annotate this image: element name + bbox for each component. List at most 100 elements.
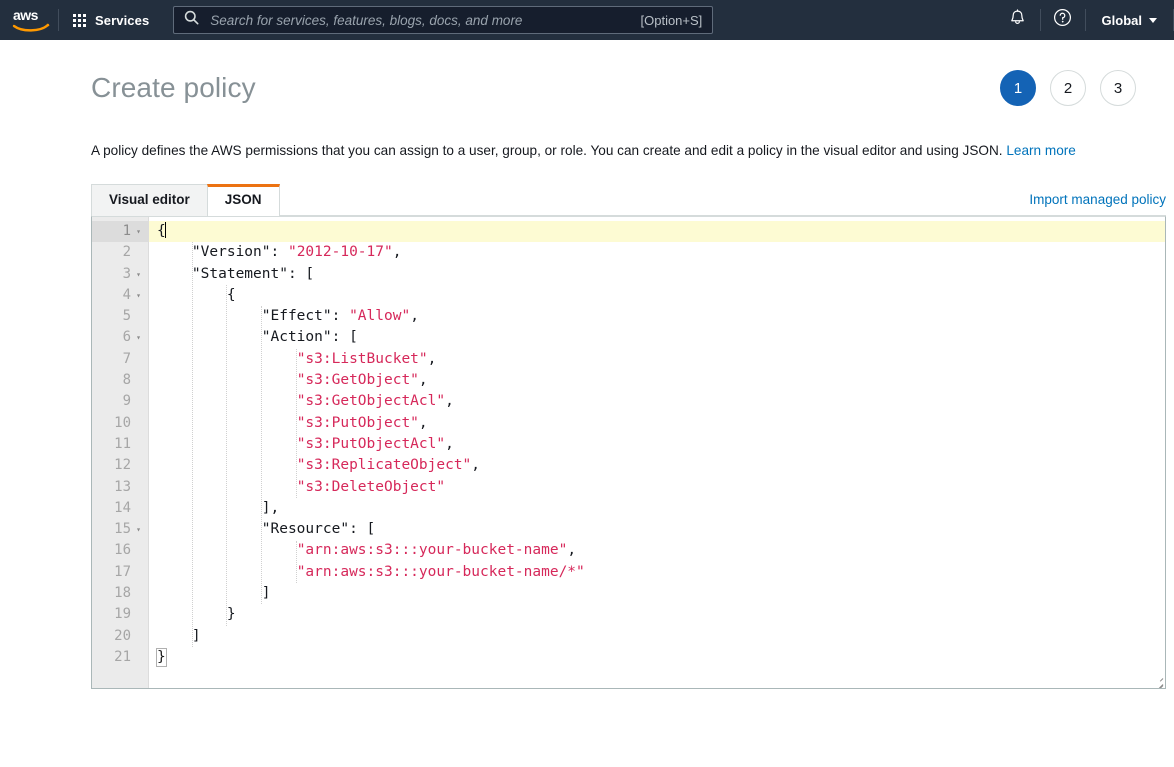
global-search-box[interactable]: [Option+S]	[173, 6, 714, 34]
code-line-1[interactable]: {	[149, 221, 1165, 243]
line-number: 16	[114, 542, 131, 559]
gutter-line-11[interactable]: 11	[92, 434, 148, 455]
code-line-18[interactable]: ]	[149, 583, 1165, 604]
gutter-line-2[interactable]: 2	[92, 242, 148, 263]
page-content: Create policy 1 2 3 A policy defines the…	[0, 40, 1174, 689]
fold-toggle-icon[interactable]: ▾	[133, 264, 144, 285]
line-number: 19	[114, 606, 131, 623]
code-line-15[interactable]: "Resource": [	[149, 519, 1165, 540]
line-number: 8	[122, 372, 131, 389]
line-number: 17	[114, 563, 131, 580]
gutter-line-17[interactable]: 17	[92, 562, 148, 583]
line-number: 9	[122, 393, 131, 410]
gutter-line-5[interactable]: 5	[92, 306, 148, 327]
search-icon	[184, 10, 199, 30]
gutter-line-13[interactable]: 13	[92, 477, 148, 498]
code-line-19[interactable]: }	[149, 604, 1165, 625]
fold-toggle-icon[interactable]: ▾	[133, 221, 144, 242]
region-label: Global	[1101, 12, 1142, 28]
line-number: 3	[122, 265, 131, 282]
fold-toggle-icon[interactable]: ▾	[133, 285, 144, 306]
code-line-8[interactable]: "s3:GetObject",	[149, 370, 1165, 391]
step-1[interactable]: 1	[1000, 70, 1036, 106]
code-line-17[interactable]: "arn:aws:s3:::your-bucket-name/*"	[149, 562, 1165, 583]
region-selector-button[interactable]: Global	[1086, 0, 1173, 40]
code-line-11[interactable]: "s3:PutObjectAcl",	[149, 434, 1165, 455]
gutter-line-14[interactable]: 14	[92, 498, 148, 519]
code-line-4[interactable]: {	[149, 285, 1165, 306]
line-number: 5	[122, 308, 131, 325]
code-line-7[interactable]: "s3:ListBucket",	[149, 349, 1165, 370]
gutter-line-6[interactable]: 6 ▾	[92, 327, 148, 348]
fold-toggle-icon[interactable]: ▾	[133, 519, 144, 540]
line-number: 20	[114, 627, 131, 644]
line-number: 10	[114, 414, 131, 431]
code-line-9[interactable]: "s3:GetObjectAcl",	[149, 391, 1165, 412]
top-navigation-bar: aws Services [Option+S]	[0, 0, 1174, 40]
code-line-16[interactable]: "arn:aws:s3:::your-bucket-name",	[149, 540, 1165, 561]
search-input[interactable]	[208, 11, 633, 29]
line-number: 11	[114, 435, 131, 452]
page-header-row: Create policy 1 2 3	[0, 40, 1174, 106]
line-number: 15	[114, 521, 131, 538]
line-number: 1	[122, 223, 131, 239]
code-line-10[interactable]: "s3:PutObject",	[149, 413, 1165, 434]
intro-description: A policy defines the AWS permissions tha…	[0, 106, 1174, 160]
editor-resize-handle[interactable]	[1151, 674, 1164, 688]
gutter-line-1[interactable]: 1 ▾	[92, 221, 148, 243]
aws-logo[interactable]: aws	[0, 0, 58, 40]
code-editor[interactable]: 1 ▾ 2 3 ▾ 4 ▾ 5 6 ▾ 7 8 9 10 11 12 13 14 15 ▾ 16 17 18 19 20 21 {…	[92, 217, 1165, 688]
line-number: 18	[114, 585, 131, 602]
chevron-down-icon	[1149, 17, 1157, 23]
code-line-2[interactable]: "Version": "2012-10-17",	[149, 242, 1165, 263]
gutter-line-16[interactable]: 16	[92, 540, 148, 561]
import-managed-policy-link[interactable]: Import managed policy	[1029, 192, 1166, 207]
gutter-line-8[interactable]: 8	[92, 370, 148, 391]
learn-more-link[interactable]: Learn more	[1006, 143, 1076, 158]
gutter-line-9[interactable]: 9	[92, 391, 148, 412]
code-line-5[interactable]: "Effect": "Allow",	[149, 306, 1165, 327]
gutter-line-21[interactable]: 21	[92, 647, 148, 668]
services-menu-button[interactable]: Services	[59, 0, 163, 40]
code-line-12[interactable]: "s3:ReplicateObject",	[149, 455, 1165, 476]
line-number: 6	[122, 329, 131, 346]
gutter-line-7[interactable]: 7	[92, 349, 148, 370]
gutter-line-3[interactable]: 3 ▾	[92, 264, 148, 285]
step-2[interactable]: 2	[1050, 70, 1086, 106]
gutter-line-4[interactable]: 4 ▾	[92, 285, 148, 306]
topnav-right-group: Global	[996, 0, 1174, 40]
code-line-6[interactable]: "Action": [	[149, 327, 1165, 348]
svg-text:aws: aws	[13, 7, 39, 23]
code-line-14[interactable]: ],	[149, 498, 1165, 519]
gutter-line-15[interactable]: 15 ▾	[92, 519, 148, 540]
line-number: 2	[122, 244, 131, 261]
tab-visual-editor-label: Visual editor	[109, 192, 190, 207]
code-lines[interactable]: { "Version": "2012-10-17", "Statement": …	[149, 221, 1165, 668]
gutter-line-18[interactable]: 18	[92, 583, 148, 604]
code-line-3[interactable]: "Statement": [	[149, 264, 1165, 285]
line-number: 12	[114, 457, 131, 474]
tab-list: Visual editor JSON	[91, 184, 280, 216]
json-policy-editor[interactable]: 1 ▾ 2 3 ▾ 4 ▾ 5 6 ▾ 7 8 9 10 11 12 13 14 15 ▾ 16 17 18 19 20 21 {…	[91, 216, 1166, 689]
code-line-21[interactable]: }	[149, 647, 1165, 668]
code-content-area[interactable]: { "Version": "2012-10-17", "Statement": …	[149, 217, 1165, 688]
tab-json[interactable]: JSON	[206, 184, 280, 216]
code-line-20[interactable]: ]	[149, 626, 1165, 647]
code-line-13[interactable]: "s3:DeleteObject"	[149, 477, 1165, 498]
fold-toggle-icon[interactable]: ▾	[133, 327, 144, 348]
line-number: 13	[114, 478, 131, 495]
step-2-label: 2	[1063, 79, 1073, 97]
line-number-gutter[interactable]: 1 ▾ 2 3 ▾ 4 ▾ 5 6 ▾ 7 8 9 10 11 12 13 14 15 ▾ 16 17 18 19 20 21	[92, 217, 149, 688]
gutter-line-20[interactable]: 20	[92, 626, 148, 647]
help-button[interactable]	[1041, 0, 1085, 40]
gutter-line-19[interactable]: 19	[92, 604, 148, 625]
services-label: Services	[95, 12, 150, 28]
gutter-line-10[interactable]: 10	[92, 413, 148, 434]
notifications-button[interactable]	[996, 0, 1040, 40]
step-3[interactable]: 3	[1100, 70, 1136, 106]
line-number: 14	[114, 499, 131, 516]
tab-visual-editor[interactable]: Visual editor	[91, 184, 208, 216]
gutter-line-12[interactable]: 12	[92, 455, 148, 476]
step-1-label: 1	[1013, 79, 1023, 97]
line-number: 4	[122, 286, 131, 303]
